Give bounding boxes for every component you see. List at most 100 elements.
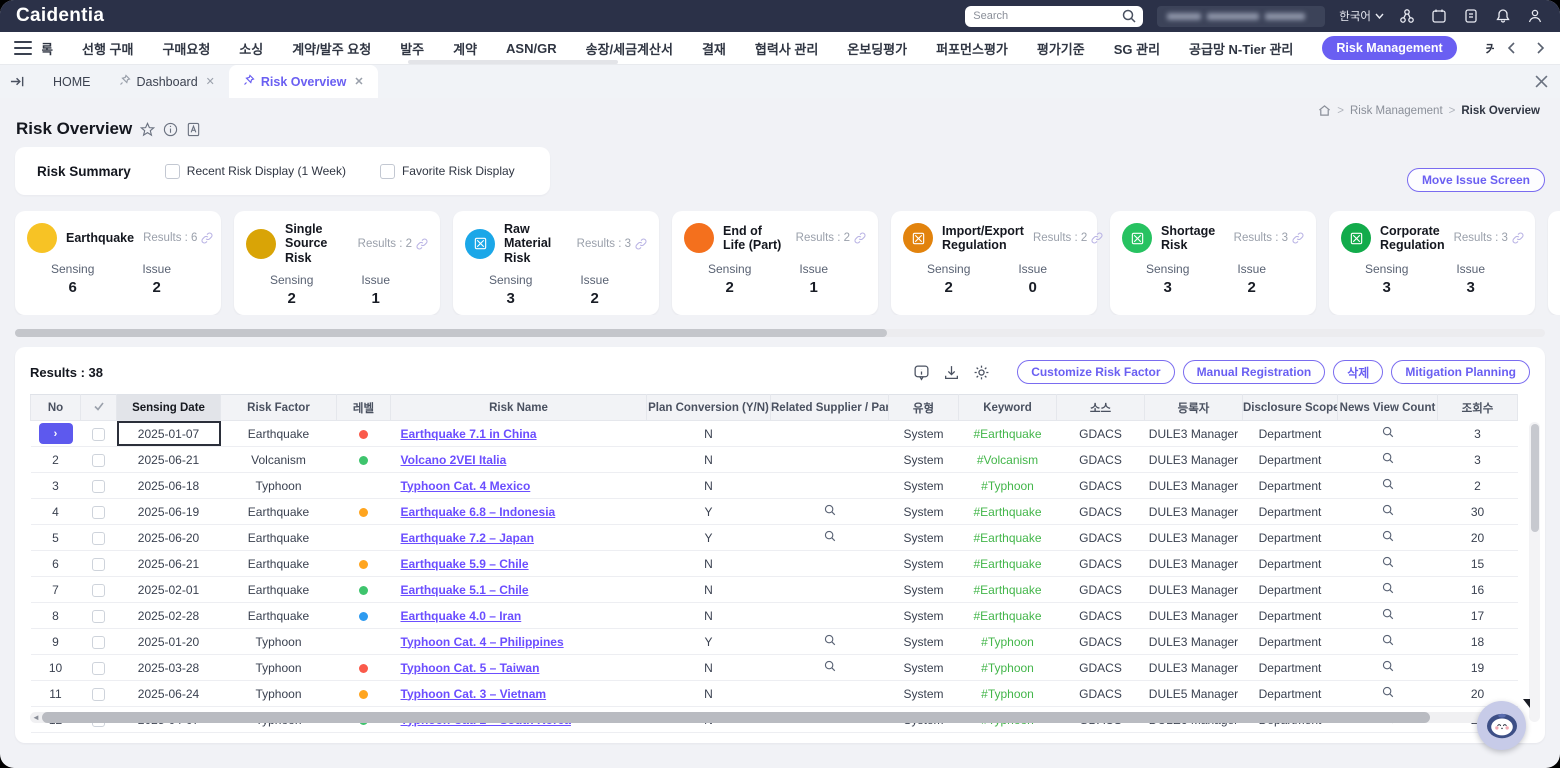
table-action-button[interactable]: Customize Risk Factor <box>1017 360 1174 384</box>
profile-icon[interactable] <box>1526 7 1544 25</box>
cell-risk-name[interactable]: Earthquake 6.8 – Indonesia <box>391 499 647 525</box>
org-chart-icon[interactable] <box>1398 7 1416 25</box>
risk-card[interactable]: End of Life (Part) Results : 2 Sensing2 … <box>672 211 878 315</box>
news-view-search-icon[interactable] <box>1381 503 1395 517</box>
cell-risk-name[interactable]: Typhoon Cat. 5 – Taiwan <box>391 655 647 681</box>
cell-risk-name[interactable]: Volcano 2VEI Italia <box>391 447 647 473</box>
language-selector[interactable]: 한국어 <box>1339 8 1384 24</box>
info-icon[interactable] <box>163 122 178 137</box>
column-header-check[interactable] <box>81 395 117 421</box>
table-row[interactable]: 52025-06-20EarthquakeEarthquake 7.2 – Ja… <box>31 525 1518 551</box>
row-checkbox[interactable] <box>92 662 105 675</box>
menu-item[interactable]: 계약/발주 요청 <box>292 39 371 58</box>
collapse-panel-icon[interactable] <box>10 65 25 98</box>
home-icon[interactable] <box>1318 104 1331 117</box>
cell-news-view-count[interactable] <box>1338 525 1438 551</box>
notification-bell-icon[interactable] <box>1494 7 1512 25</box>
risk-card[interactable]: Import/Export Regulation Results : 2 Sen… <box>891 211 1097 315</box>
news-view-search-icon[interactable] <box>1381 659 1395 673</box>
menu-scroll-left-icon[interactable] <box>1506 42 1518 54</box>
cell-checkbox[interactable] <box>81 655 117 681</box>
cell-checkbox[interactable] <box>81 421 117 447</box>
cell-news-view-count[interactable] <box>1338 681 1438 707</box>
cards-scrollbar[interactable] <box>15 329 1545 337</box>
settings-gear-icon[interactable] <box>973 364 990 381</box>
row-checkbox[interactable] <box>92 480 105 493</box>
link-icon[interactable] <box>854 232 866 244</box>
cell-risk-name[interactable]: Earthquake 7.1 in China <box>391 421 647 447</box>
cell-checkbox[interactable] <box>81 577 117 603</box>
menu-item[interactable]: 공급망 N-Tier 관리 <box>1189 39 1293 58</box>
risk-card[interactable]: Corporate Regulation Results : 3 Sensing… <box>1329 211 1535 315</box>
tab-close-icon[interactable]: ✕ <box>206 75 215 88</box>
risk-card[interactable]: Shortage Risk Results : 3 Sensing3 Issue… <box>1110 211 1316 315</box>
cell-news-view-count[interactable] <box>1338 603 1438 629</box>
news-view-search-icon[interactable] <box>1381 425 1395 439</box>
tab-close-icon[interactable]: ✕ <box>354 75 363 88</box>
table-row[interactable]: 42025-06-19EarthquakeEarthquake 6.8 – In… <box>31 499 1518 525</box>
column-header-news[interactable]: News View Count <box>1338 395 1438 421</box>
table-row[interactable]: 112025-06-24TyphoonTyphoon Cat. 3 – Viet… <box>31 681 1518 707</box>
risk-name-link[interactable]: Earthquake 5.9 – Chile <box>401 557 529 571</box>
risk-card[interactable]: Single Source Risk Results : 2 Sensing2 … <box>234 211 440 315</box>
menu-item[interactable]: 퍼포먼스평가 <box>936 39 1008 58</box>
cell-checkbox[interactable] <box>81 525 117 551</box>
search-icon[interactable] <box>1121 7 1137 25</box>
pin-icon[interactable] <box>243 74 255 89</box>
risk-name-link[interactable]: Typhoon Cat. 3 – Vietnam <box>401 687 547 701</box>
risk-name-link[interactable]: Earthquake 6.8 – Indonesia <box>401 505 556 519</box>
risk-card[interactable] <box>1548 211 1560 315</box>
cell-related-supplier[interactable] <box>771 499 889 525</box>
cell-news-view-count[interactable] <box>1338 473 1438 499</box>
link-icon[interactable] <box>635 238 647 250</box>
risk-card[interactable]: Earthquake Results : 6 Sensing6 Issue2 <box>15 211 221 315</box>
cell-news-view-count[interactable] <box>1338 577 1438 603</box>
menu-item[interactable]: 소싱 <box>239 39 263 58</box>
risk-name-link[interactable]: Typhoon Cat. 4 Mexico <box>401 479 531 493</box>
menu-item[interactable]: 커뮤니티 <box>1486 39 1494 58</box>
download-icon[interactable] <box>943 364 960 381</box>
checkbox-box[interactable] <box>380 164 395 179</box>
manual-note-icon[interactable] <box>186 122 201 137</box>
cell-risk-name[interactable]: Earthquake 4.0 – Iran <box>391 603 647 629</box>
cell-news-view-count[interactable] <box>1338 629 1438 655</box>
close-icon[interactable] <box>1535 65 1548 98</box>
column-header-source[interactable]: 소스 <box>1057 395 1145 421</box>
column-header-views[interactable]: 조회수 <box>1438 395 1518 421</box>
menu-item[interactable]: 구매요청 <box>162 39 210 58</box>
cell-news-view-count[interactable] <box>1338 655 1438 681</box>
cards-scrollbar-thumb[interactable] <box>15 329 887 337</box>
hamburger-menu-icon[interactable] <box>14 41 32 55</box>
column-header-factor[interactable]: Risk Factor <box>221 395 337 421</box>
menu-scroll-right-icon[interactable] <box>1534 42 1546 54</box>
cell-checkbox[interactable] <box>81 603 117 629</box>
related-search-icon[interactable] <box>823 503 837 517</box>
cell-checkbox[interactable] <box>81 551 117 577</box>
row-checkbox[interactable] <box>92 532 105 545</box>
favorite-risk-checkbox[interactable]: Favorite Risk Display <box>380 164 515 179</box>
cell-checkbox[interactable] <box>81 499 117 525</box>
chatbot-avatar[interactable] <box>1477 701 1526 750</box>
table-row[interactable]: ›2025-01-07EarthquakeEarthquake 7.1 in C… <box>31 421 1518 447</box>
related-search-icon[interactable] <box>823 659 837 673</box>
row-checkbox[interactable] <box>92 584 105 597</box>
column-header-related[interactable]: Related Supplier / Parts <box>771 395 889 421</box>
table-row[interactable]: 72025-02-01EarthquakeEarthquake 5.1 – Ch… <box>31 577 1518 603</box>
news-view-search-icon[interactable] <box>1381 607 1395 621</box>
row-checkbox[interactable] <box>92 558 105 571</box>
risk-name-link[interactable]: Earthquake 7.2 – Japan <box>401 531 534 545</box>
cell-risk-name[interactable]: Earthquake 7.2 – Japan <box>391 525 647 551</box>
recent-risk-checkbox[interactable]: Recent Risk Display (1 Week) <box>165 164 346 179</box>
tab-dashboard[interactable]: Dashboard✕ <box>105 65 229 98</box>
menu-scrollbar[interactable] <box>408 60 618 64</box>
cell-related-supplier[interactable] <box>771 655 889 681</box>
link-icon[interactable] <box>416 238 428 250</box>
tab-risk-overview[interactable]: Risk Overview✕ <box>229 65 378 98</box>
risk-name-link[interactable]: Typhoon Cat. 5 – Taiwan <box>401 661 540 675</box>
notepad-icon[interactable] <box>1462 7 1480 25</box>
cell-risk-name[interactable]: Earthquake 5.9 – Chile <box>391 551 647 577</box>
row-checkbox[interactable] <box>92 454 105 467</box>
news-view-search-icon[interactable] <box>1381 451 1395 465</box>
menu-item[interactable]: SG 관리 <box>1114 39 1160 58</box>
news-view-search-icon[interactable] <box>1381 685 1395 699</box>
